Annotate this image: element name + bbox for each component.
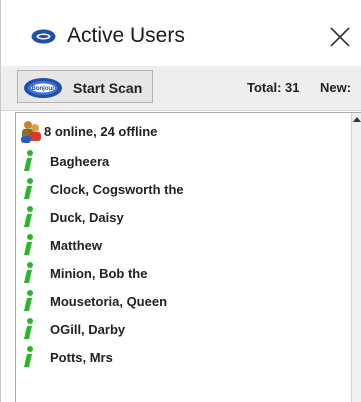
user-name: Duck, Daisy — [50, 210, 124, 225]
online-status-icon — [24, 234, 33, 255]
user-name: Minion, Bob the — [50, 266, 148, 281]
user-name: Bagheera — [50, 154, 110, 169]
list-item[interactable]: Minion, Bob the — [20, 259, 340, 287]
users-list[interactable]: 8 online, 24 offline Bagheera Clock, Cog… — [15, 112, 361, 402]
active-users-window: Active Users Bonjour Start Scan Total: 3… — [0, 0, 361, 402]
list-item[interactable]: Duck, Daisy — [20, 203, 340, 231]
online-status-icon — [24, 262, 33, 283]
online-status-icon — [24, 346, 33, 367]
close-icon — [330, 27, 350, 47]
list-item[interactable]: OGill, Darby — [20, 315, 340, 343]
list-item[interactable]: Mousetoria, Queen — [20, 287, 340, 315]
online-status-icon — [24, 206, 33, 227]
summary-row: 8 online, 24 offline — [20, 119, 340, 143]
user-name: OGill, Darby — [50, 322, 126, 337]
total-count: Total: 31 — [247, 80, 300, 95]
online-status-icon — [24, 150, 33, 171]
new-count: New: — [320, 80, 352, 95]
users-group-icon — [21, 121, 41, 143]
disc-icon — [31, 29, 56, 44]
user-name: Potts, Mrs — [50, 350, 113, 365]
vertical-scrollbar[interactable] — [351, 113, 361, 402]
list-item[interactable]: Bagheera — [20, 147, 340, 175]
online-status-icon — [24, 178, 33, 199]
list-item[interactable]: Potts, Mrs — [20, 343, 340, 371]
close-button[interactable] — [321, 18, 359, 56]
online-summary: 8 online, 24 offline — [44, 124, 158, 139]
start-scan-label: Start Scan — [73, 80, 143, 96]
toolbar: Bonjour Start Scan Total: 31 New: — [1, 66, 361, 111]
list-item[interactable]: Matthew — [20, 231, 340, 259]
start-scan-button[interactable]: Bonjour Start Scan — [17, 70, 153, 103]
user-name: Clock, Cogsworth the — [50, 182, 184, 197]
bonjour-icon: Bonjour — [24, 78, 62, 98]
scroll-up-arrow-icon[interactable] — [353, 117, 361, 122]
user-name: Matthew — [50, 238, 102, 253]
online-status-icon — [24, 318, 33, 339]
bonjour-icon-text: Bonjour — [32, 86, 56, 92]
online-status-icon — [24, 290, 33, 311]
user-name: Mousetoria, Queen — [50, 294, 168, 309]
window-title: Active Users — [67, 24, 185, 47]
title-bar: Active Users — [1, 0, 361, 66]
list-item[interactable]: Clock, Cogsworth the — [20, 175, 340, 203]
